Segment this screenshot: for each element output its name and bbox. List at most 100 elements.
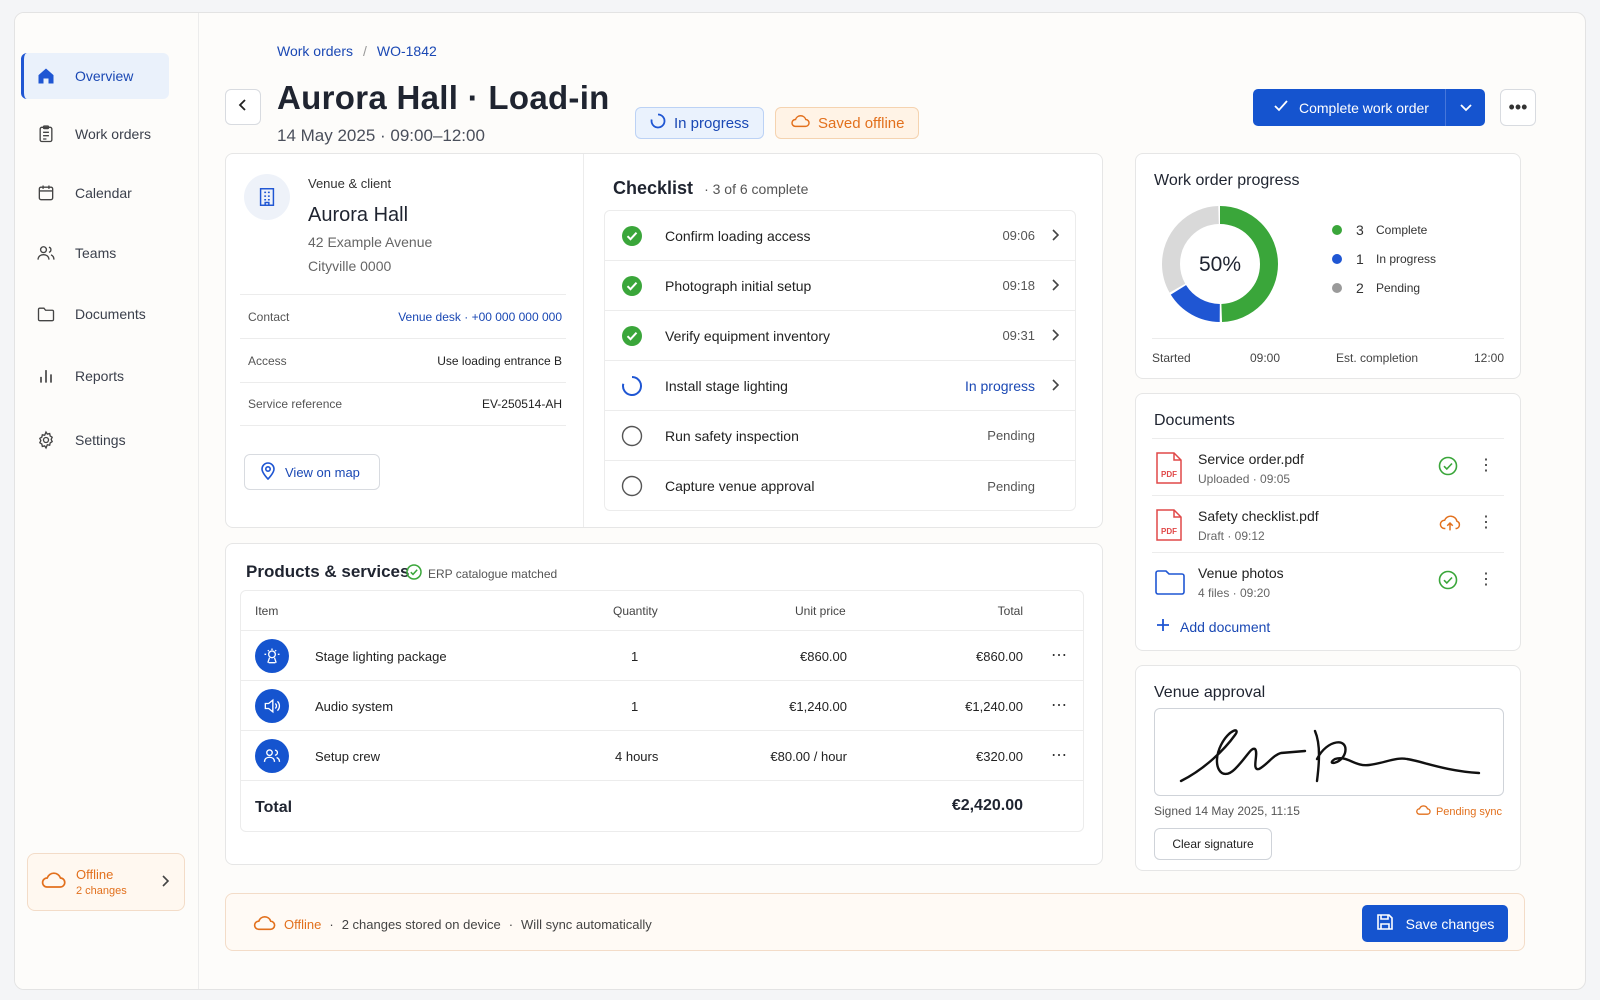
check-circle-outline-icon [1438, 570, 1460, 592]
sidebar-item-calendar[interactable]: Calendar [21, 170, 169, 216]
complete-options-dropdown[interactable] [1445, 89, 1485, 126]
document-item[interactable]: PDF Service order.pdf Uploaded · 09:05 ⋮ [1152, 438, 1504, 494]
table-row[interactable]: Audio system 1 €1,240.00 €1,240.00 ⋯ [241, 681, 1083, 731]
breadcrumb-current[interactable]: WO-1842 [377, 43, 437, 59]
signature-pad[interactable] [1154, 708, 1504, 796]
checklist-item-time: 09:06 [1002, 228, 1035, 243]
chevron-right-icon [1035, 228, 1075, 244]
legend-complete: 3 Complete [1332, 222, 1427, 238]
contact-link[interactable]: Venue desk · +00 000 000 000 [398, 310, 562, 324]
document-item[interactable]: PDF Safety checklist.pdf Draft · 09:12 ⋮ [1152, 495, 1504, 551]
venue-label: Venue & client [308, 176, 392, 191]
product-unit-price: €1,240.00 [789, 699, 847, 714]
users-icon [255, 739, 289, 773]
document-menu-button[interactable]: ⋮ [1478, 512, 1494, 532]
checklist-item[interactable]: Install stage lighting In progress [605, 361, 1075, 411]
bar-chart-icon [35, 365, 57, 387]
sidebar-item-teams[interactable]: Teams [21, 230, 169, 276]
table-row[interactable]: Stage lighting package 1 €860.00 €860.00… [241, 631, 1083, 681]
est-completion-label: Est. completion [1336, 351, 1419, 365]
check-circle-outline-icon [406, 564, 422, 583]
breadcrumb: Work orders / WO-1842 [277, 43, 437, 59]
checklist-item-label: Install stage lighting [665, 377, 788, 394]
document-name: Venue photos [1198, 565, 1284, 581]
sidebar-item-work-orders[interactable]: Work orders [21, 111, 169, 157]
progress-donut-chart: 50% [1162, 206, 1278, 322]
row-menu-button[interactable]: ⋯ [1051, 745, 1067, 765]
legend-dot-complete [1332, 225, 1342, 235]
save-changes-button[interactable]: Save changes [1362, 905, 1508, 942]
document-menu-button[interactable]: ⋮ [1478, 455, 1494, 475]
status-badge-label: In progress [674, 114, 750, 132]
stored-changes-text: 2 changes stored on device [341, 917, 501, 932]
document-menu-button[interactable]: ⋮ [1478, 569, 1494, 589]
checklist-item-label: Confirm loading access [665, 227, 811, 244]
checklist-item[interactable]: Photograph initial setup 09:18 [605, 261, 1075, 311]
complete-work-order-action[interactable]: Complete work order [1253, 99, 1445, 116]
sidebar-item-settings[interactable]: Settings [21, 417, 169, 463]
checklist-item-label: Photograph initial setup [665, 277, 812, 294]
more-options-button[interactable]: ••• [1500, 89, 1536, 126]
access-label: Access [248, 353, 287, 368]
breadcrumb-work-orders[interactable]: Work orders [277, 43, 353, 59]
cloud-icon [790, 113, 810, 133]
checklist-item[interactable]: Verify equipment inventory 09:31 [605, 311, 1075, 361]
pdf-file-icon: PDF [1154, 508, 1184, 542]
product-total: €320.00 [976, 749, 1023, 764]
map-pin-icon [261, 461, 275, 483]
offline-status-card[interactable]: Offline 2 changes [27, 853, 185, 911]
offline-changes: 2 changes [76, 885, 127, 897]
building-icon [244, 174, 290, 220]
save-changes-label: Save changes [1405, 915, 1495, 932]
add-document-button[interactable]: Add document [1156, 618, 1270, 635]
checklist-item-time: 09:31 [1002, 328, 1035, 343]
sidebar-item-overview[interactable]: Overview [21, 53, 169, 99]
legend-label-in-progress: In progress [1376, 252, 1437, 266]
page-title: Aurora Hall · Load-in [277, 79, 610, 116]
product-name: Audio system [315, 699, 394, 714]
row-menu-button[interactable]: ⋯ [1051, 645, 1067, 665]
status-badge: In progress [635, 107, 765, 139]
sidebar-item-documents[interactable]: Documents [21, 291, 169, 337]
check-circle-icon [621, 275, 643, 297]
cloud-icon [40, 870, 66, 895]
offline-badge: Saved offline [775, 107, 920, 139]
row-menu-button[interactable]: ⋯ [1051, 695, 1067, 715]
offline-badge-label: Saved offline [818, 114, 905, 132]
legend-dot-in-progress [1332, 254, 1342, 264]
checklist-item[interactable]: Capture venue approval Pending [605, 461, 1075, 510]
breadcrumb-separator: / [362, 43, 367, 59]
sidebar: Overview Work orders Calendar Teams Docu… [15, 13, 199, 989]
checklist-item[interactable]: Confirm loading access 09:06 [605, 211, 1075, 261]
venue-address-line1: 42 Example Avenue [308, 234, 433, 250]
page-subtitle: 14 May 2025 · 09:00–12:00 [277, 126, 485, 145]
pending-sync-label: Pending sync [1435, 805, 1502, 818]
products-title: Products & services [246, 562, 410, 581]
products-table: Item Quantity Unit price Total Stage lig… [240, 590, 1084, 832]
legend-count-in-progress: 1 [1356, 251, 1364, 267]
product-total: €1,240.00 [965, 699, 1023, 714]
sidebar-item-label: Teams [75, 245, 117, 261]
checklist-item[interactable]: Run safety inspection Pending [605, 411, 1075, 461]
clear-signature-button[interactable]: Clear signature [1154, 828, 1272, 860]
checklist-item-status: In progress [964, 377, 1035, 394]
complete-work-order-button[interactable]: Complete work order [1253, 89, 1485, 126]
progress-footer: Started 09:00 Est. completion 12:00 [1152, 338, 1504, 368]
document-item[interactable]: Venue photos 4 files · 09:20 ⋮ [1152, 552, 1504, 608]
check-circle-icon [621, 225, 643, 247]
sidebar-item-reports[interactable]: Reports [21, 353, 169, 399]
venue-approval-card: Venue approval Signed 14 May 2025, 11:15… [1135, 665, 1521, 871]
sidebar-item-label: Documents [75, 306, 146, 322]
chevron-down-icon [1459, 100, 1473, 116]
column-header-quantity: Quantity [613, 604, 658, 618]
product-name: Setup crew [315, 749, 381, 764]
check-circle-outline-icon [1438, 456, 1460, 478]
back-button[interactable] [225, 89, 261, 125]
table-row[interactable]: Setup crew 4 hours €80.00 / hour €320.00… [241, 731, 1083, 781]
view-on-map-button[interactable]: View on map [244, 454, 380, 490]
column-header-item: Item [255, 604, 279, 618]
progress-percent: 50% [1199, 253, 1241, 276]
calendar-icon [35, 182, 57, 204]
chevron-right-icon [1035, 378, 1075, 394]
checklist-item-label: Run safety inspection [665, 427, 799, 444]
